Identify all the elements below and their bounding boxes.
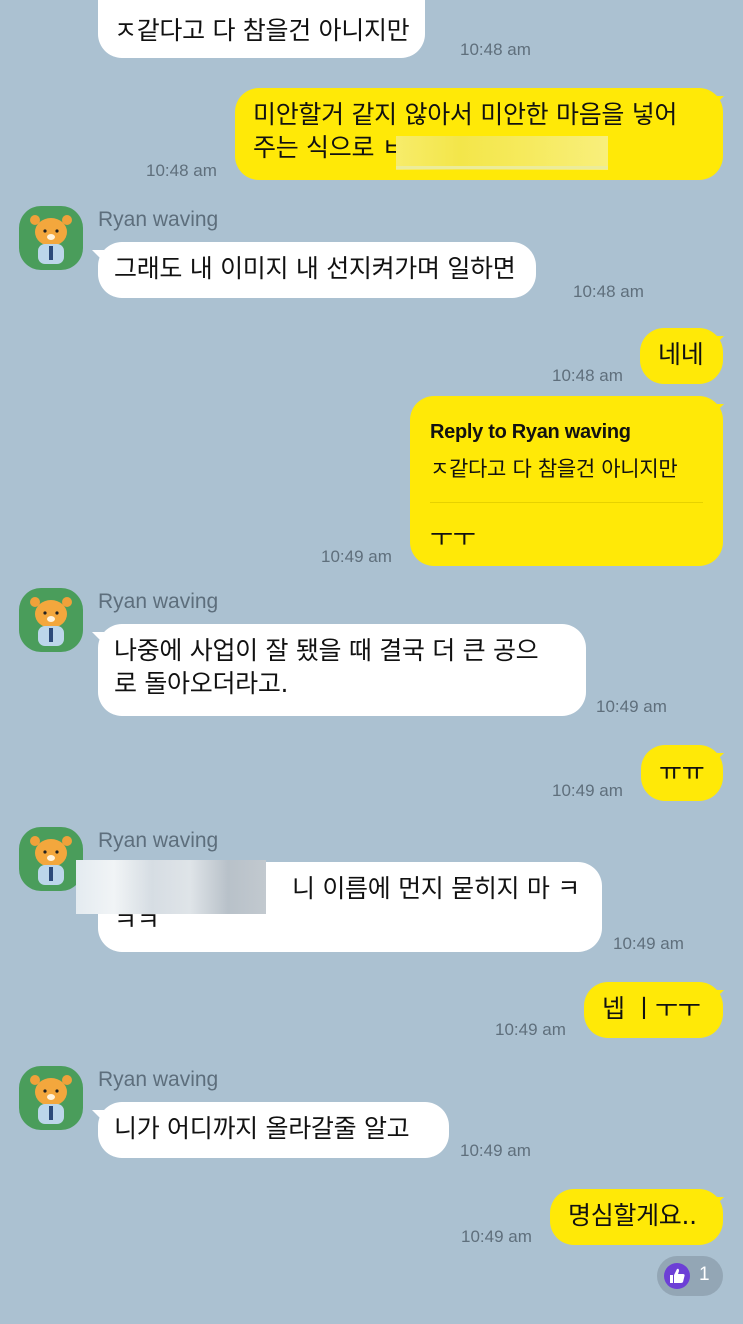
message-bubble-outgoing[interactable]: 명심할게요.. — [550, 1189, 723, 1245]
reply-title: Reply to Ryan waving — [430, 421, 631, 443]
bubble-tail — [712, 1197, 724, 1209]
avatar[interactable] — [19, 588, 83, 652]
message-text: 니가 어디까지 올라갈줄 알고 — [114, 1114, 410, 1143]
redacted-blur — [396, 136, 608, 170]
message-text: ㅜㅜ — [430, 523, 476, 552]
bubble-tail — [92, 250, 104, 262]
message-timestamp: 10:49 am — [321, 547, 392, 566]
thumbs-up-icon — [664, 1263, 690, 1289]
redacted-underline — [396, 166, 608, 169]
reply-divider — [430, 502, 703, 503]
message-timestamp: 10:48 am — [573, 282, 644, 301]
bubble-tail — [712, 96, 724, 108]
sender-name: Ryan waving — [98, 590, 219, 613]
message-text-line: 로 돌아오더라고. — [114, 669, 289, 698]
message-timestamp: 10:48 am — [552, 366, 623, 385]
message-text-line: 미안할거 같지 않아서 미안한 마음을 넣어 — [253, 100, 678, 129]
message-bubble-incoming[interactable]: 그래도 내 이미지 내 선지켜가며 일하면 — [98, 242, 536, 298]
bubble-tail — [712, 404, 724, 416]
reply-message-bubble[interactable]: Reply to Ryan waving ㅈ같다고 다 참을건 아니지만 ㅜㅜ — [410, 396, 723, 566]
reaction-badge[interactable]: 1 — [657, 1256, 723, 1296]
ryan-character-icon — [30, 215, 72, 264]
bubble-tail — [712, 753, 724, 765]
message-timestamp: 10:49 am — [460, 1141, 531, 1160]
sender-name: Ryan waving — [98, 829, 219, 852]
message-bubble-incoming[interactable]: 나중에 사업이 잘 됐을 때 결국 더 큰 공으 로 돌아오더라고. — [98, 624, 586, 716]
message-bubble-outgoing[interactable]: 네네 — [640, 328, 723, 384]
message-timestamp: 10:49 am — [552, 781, 623, 800]
bubble-tail — [92, 1110, 104, 1122]
message-timestamp: 10:48 am — [460, 40, 531, 59]
avatar[interactable] — [19, 827, 83, 891]
message-timestamp: 10:49 am — [461, 1227, 532, 1246]
ryan-character-icon — [30, 1075, 72, 1124]
bubble-tail — [92, 632, 104, 644]
message-bubble-outgoing[interactable]: ㅠㅠ — [641, 745, 723, 801]
message-timestamp: 10:49 am — [495, 1020, 566, 1039]
message-bubble-incoming[interactable]: 니가 어디까지 올라갈줄 알고 — [98, 1102, 449, 1158]
redacted-blur — [76, 860, 266, 914]
message-text: 그래도 내 이미지 내 선지켜가며 일하면 — [114, 254, 516, 283]
ryan-character-icon — [30, 836, 72, 885]
message-text: 명심할게요.. — [568, 1201, 697, 1230]
avatar[interactable] — [19, 1066, 83, 1130]
message-timestamp: 10:48 am — [146, 161, 217, 180]
message-text-line: 나중에 사업이 잘 됐을 때 결국 더 큰 공으 — [114, 636, 539, 665]
message-timestamp: 10:49 am — [596, 697, 667, 716]
message-bubble-outgoing[interactable]: 넵 ㅣㅜㅜ — [584, 982, 723, 1038]
message-bubble-incoming[interactable]: ㅈ같다고 다 참을건 아니지만 — [98, 0, 426, 58]
avatar[interactable] — [19, 206, 83, 270]
bubble-tail — [712, 990, 724, 1002]
reaction-count: 1 — [699, 1264, 710, 1285]
message-text: ㅈ같다고 다 참을건 아니지만 — [114, 16, 410, 45]
ryan-character-icon — [30, 597, 72, 646]
message-text: 넵 ㅣㅜㅜ — [602, 994, 701, 1023]
message-timestamp: 10:49 am — [613, 934, 684, 953]
message-text: 네네 — [658, 340, 704, 369]
message-text: ㅠㅠ — [659, 757, 705, 786]
sender-name: Ryan waving — [98, 208, 219, 231]
sender-name: Ryan waving — [98, 1068, 219, 1091]
bubble-tail — [712, 336, 724, 348]
reply-quote-text: ㅈ같다고 다 참을건 아니지만 — [430, 457, 678, 481]
